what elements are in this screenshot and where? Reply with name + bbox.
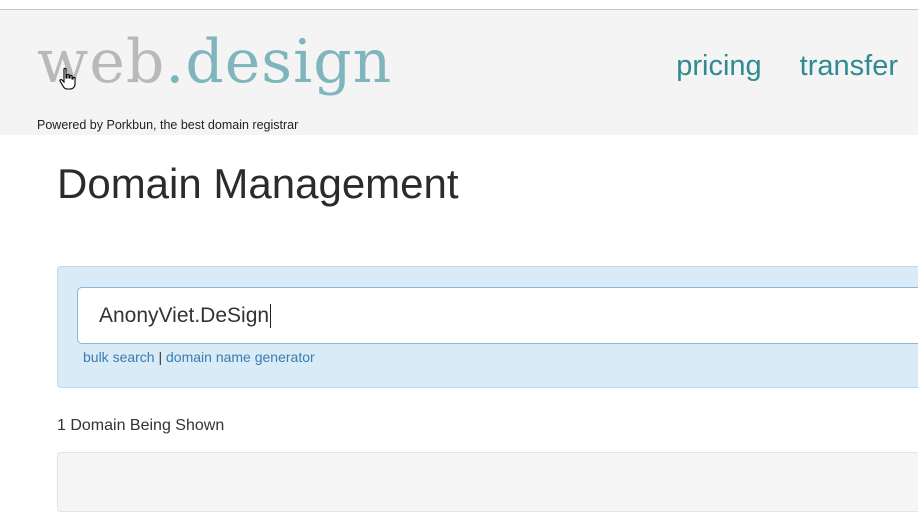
domain-search-input[interactable]: AnonyViet.DeSign — [77, 287, 918, 344]
text-caret — [270, 303, 272, 328]
logo-dot-text: . — [165, 27, 186, 97]
bulk-search-link[interactable]: bulk search — [83, 349, 155, 365]
page-title: Domain Management — [57, 160, 459, 207]
domain-name-generator-link[interactable]: domain name generator — [166, 349, 315, 365]
domain-results-panel — [57, 452, 918, 512]
search-links: bulk search | domain name generator — [83, 349, 315, 365]
domain-search-panel: AnonyViet.DeSign bulk search | domain na… — [57, 266, 918, 388]
top-border — [0, 0, 918, 10]
nav-transfer-link[interactable]: transfer — [800, 50, 898, 83]
domain-count-text: 1 Domain Being Shown — [57, 417, 225, 434]
site-logo[interactable]: web.design — [37, 22, 392, 102]
logo-design-text: design — [185, 27, 393, 97]
link-separator: | — [158, 349, 163, 365]
hand-pointer-icon — [59, 67, 76, 90]
logo-web-text: web — [37, 27, 166, 97]
search-input-value: AnonyViet.DeSign — [99, 303, 270, 327]
site-header: web.design pricing transfer Powered by P… — [0, 10, 918, 135]
main-nav: pricing transfer — [676, 50, 898, 83]
powered-by-tagline: Powered by Porkbun, the best domain regi… — [37, 118, 299, 132]
nav-pricing-link[interactable]: pricing — [676, 50, 761, 83]
